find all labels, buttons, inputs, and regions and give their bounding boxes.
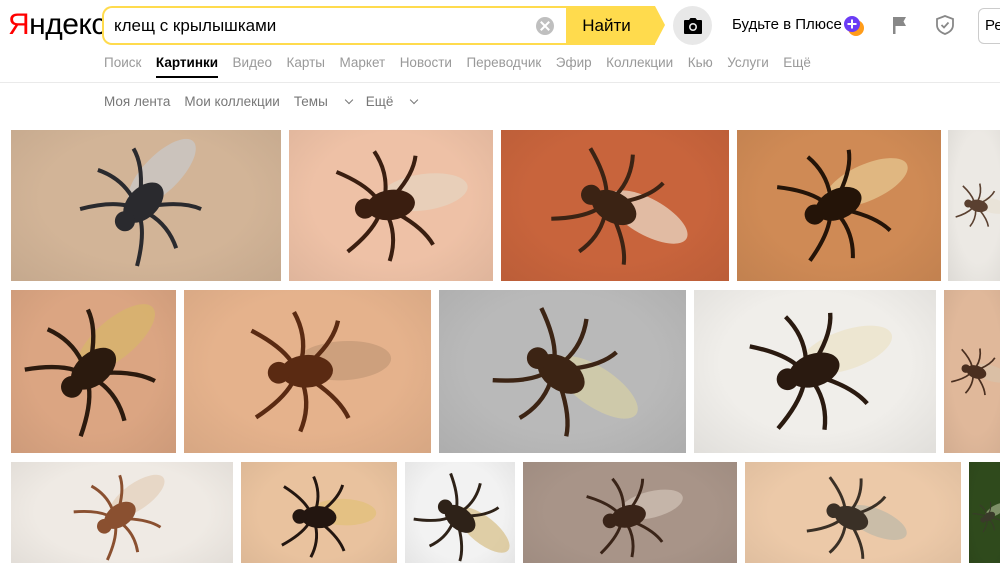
logo-rest: ндекс	[29, 8, 106, 41]
image-result[interactable]	[948, 130, 1000, 281]
collections-flag-icon[interactable]	[889, 14, 911, 36]
image-result[interactable]	[694, 290, 936, 453]
insect-photo	[749, 312, 893, 431]
service-link[interactable]: Услуги	[727, 54, 769, 78]
service-link[interactable]: Ещё	[783, 54, 811, 78]
search-input[interactable]	[114, 15, 514, 36]
clear-icon[interactable]	[536, 17, 554, 35]
shield-icon[interactable]	[934, 14, 956, 36]
service-link[interactable]: Коллекции	[606, 54, 673, 78]
subnav-topics[interactable]: Темы	[293, 94, 354, 109]
insect-photo	[951, 348, 1000, 396]
image-result[interactable]	[11, 290, 176, 453]
subnav-more[interactable]: Ещё	[365, 94, 419, 109]
logo-first-letter: Я	[8, 8, 30, 41]
service-link[interactable]: Переводчик	[466, 54, 541, 78]
insect-photo	[335, 150, 468, 262]
insect-photo	[79, 138, 202, 267]
image-result[interactable]	[745, 462, 961, 563]
insect-photo	[586, 477, 683, 558]
insect-photo	[972, 501, 1000, 533]
image-result[interactable]	[523, 462, 737, 563]
insect-photo	[24, 304, 156, 437]
image-result[interactable]	[405, 462, 515, 563]
service-link[interactable]: Видео	[233, 54, 272, 78]
service-link[interactable]: Карты	[286, 54, 324, 78]
insect-photo	[806, 476, 907, 559]
service-link[interactable]: Картинки	[155, 54, 219, 78]
image-result[interactable]	[944, 290, 1000, 453]
image-result[interactable]	[439, 290, 686, 453]
image-result[interactable]	[501, 130, 729, 281]
login-button[interactable]: Ре	[978, 8, 1000, 44]
image-result[interactable]	[11, 130, 281, 281]
nav-divider	[0, 82, 1000, 83]
insect-photo	[955, 183, 1000, 227]
insect-photo	[281, 475, 377, 558]
image-result[interactable]	[241, 462, 397, 563]
insect-photo	[73, 474, 165, 561]
subnav: Моя лента Мои коллекции Темы Ещё	[104, 94, 431, 109]
camera-icon	[683, 17, 702, 34]
image-result[interactable]	[289, 130, 493, 281]
service-link[interactable]: Поиск	[104, 54, 141, 78]
chevron-down-icon	[344, 95, 354, 105]
service-link[interactable]: Маркет	[339, 54, 385, 78]
service-link[interactable]: Новости	[400, 54, 452, 78]
subnav-topics-label: Темы	[293, 94, 328, 109]
insect-photo	[413, 472, 510, 562]
insect-photo	[492, 307, 638, 437]
insect-photo	[551, 147, 688, 265]
image-result[interactable]	[969, 462, 1000, 563]
camera-search-button[interactable]	[673, 6, 712, 45]
image-result[interactable]	[737, 130, 941, 281]
service-link[interactable]: Кью	[688, 54, 713, 78]
image-result[interactable]	[11, 462, 233, 563]
services-nav: Поиск Картинки Видео Карты Маркет Новости Пере…	[104, 54, 825, 78]
search-bar: Найти	[102, 6, 665, 45]
plus-promo-link[interactable]: Будьте в Плюсе	[732, 16, 842, 33]
subnav-my-feed[interactable]: Моя лента	[104, 94, 170, 109]
plus-icon[interactable]	[843, 15, 865, 37]
chevron-down-icon	[410, 95, 419, 105]
insect-photo	[776, 149, 908, 262]
image-result[interactable]	[184, 290, 431, 453]
subnav-my-collections[interactable]: Мои коллекции	[184, 94, 279, 109]
service-link[interactable]: Эфир	[556, 54, 592, 78]
search-button[interactable]: Найти	[566, 6, 665, 45]
search-box	[102, 6, 566, 45]
subnav-more-label: Ещё	[365, 94, 394, 109]
yandex-logo[interactable]: Яндекс	[8, 8, 106, 42]
insect-photo	[250, 311, 392, 433]
